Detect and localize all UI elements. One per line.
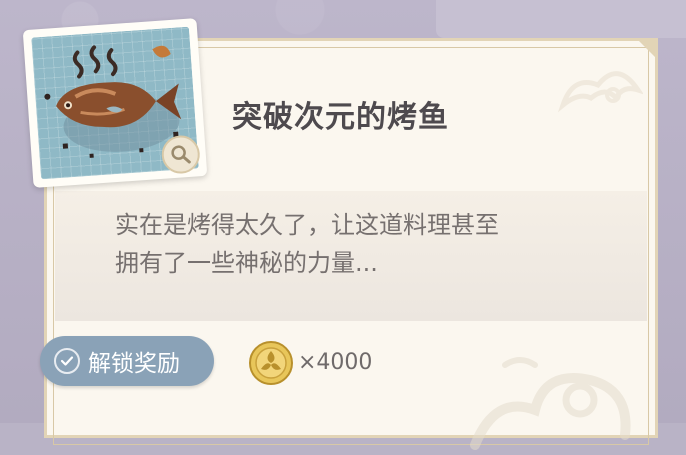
description-line-2: 拥有了一些神秘的力量... bbox=[115, 249, 378, 277]
dish-thumbnail[interactable] bbox=[22, 18, 208, 188]
dish-description: 实在是烤得太久了，让这道料理甚至 拥有了一些神秘的力量... bbox=[115, 206, 605, 282]
wave-ornament-icon bbox=[470, 357, 631, 450]
cloud-ornament-icon bbox=[557, 71, 643, 113]
dish-title: 突破次元的烤鱼 bbox=[232, 100, 449, 135]
coin-icon bbox=[249, 341, 293, 385]
unlock-reward-button[interactable]: 解锁奖励 bbox=[40, 336, 214, 386]
reward-amount: ×4000 bbox=[298, 350, 373, 375]
unlock-reward-label: 解锁奖励 bbox=[88, 351, 180, 377]
magnifier-icon bbox=[171, 145, 191, 164]
description-line-1: 实在是烤得太久了，让这道料理甚至 bbox=[115, 211, 499, 239]
check-icon bbox=[54, 348, 80, 374]
background-panel bbox=[436, 0, 686, 38]
